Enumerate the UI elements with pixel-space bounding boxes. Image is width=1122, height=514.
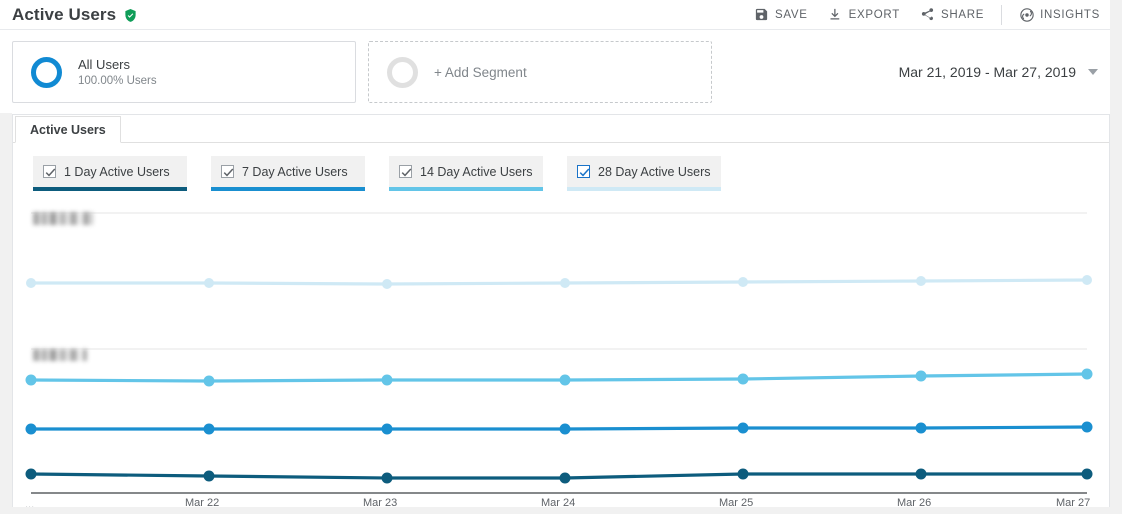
metric-chip-label: 28 Day Active Users — [598, 165, 711, 179]
export-button[interactable]: EXPORT — [818, 3, 910, 26]
left-gutter — [0, 113, 12, 514]
add-segment-button[interactable]: + Add Segment — [368, 41, 712, 103]
segment-all-users[interactable]: All Users 100.00% Users — [12, 41, 356, 103]
bottom-gutter — [0, 507, 1122, 514]
metric-chip-14-day[interactable]: 14 Day Active Users — [389, 156, 543, 187]
segment-bar: All Users 100.00% Users + Add Segment Ma… — [0, 29, 1122, 114]
date-range-picker[interactable]: Mar 21, 2019 - Mar 27, 2019 — [899, 64, 1110, 80]
export-label: EXPORT — [849, 9, 900, 21]
line-chart: ... Mar 22 Mar 23 Mar 24 Mar 25 Mar 26 M… — [13, 207, 1109, 507]
checkbox-28-day[interactable] — [577, 165, 590, 178]
y-axis-label-redacted-upper — [33, 212, 93, 225]
y-axis-label-redacted-lower — [33, 349, 87, 361]
metric-chip-underline — [211, 187, 365, 191]
header-toolbar: SAVE EXPORT SHARE — [744, 3, 1110, 26]
analytics-page: Active Users SAVE — [0, 0, 1122, 514]
segment-subtitle: 100.00% Users — [78, 75, 157, 88]
share-icon — [920, 7, 935, 22]
insights-button[interactable]: INSIGHTS — [1009, 3, 1110, 26]
tab-bar: Active Users — [13, 115, 1109, 143]
series-1-day — [26, 469, 1093, 484]
add-segment-ring-icon — [387, 57, 418, 88]
save-label: SAVE — [775, 9, 808, 21]
checkbox-1-day[interactable] — [43, 165, 56, 178]
page-title: Active Users — [12, 5, 116, 24]
chart-panel: Active Users 1 Day Active Users — [12, 114, 1110, 508]
chart-canvas — [13, 207, 1109, 507]
chevron-down-icon — [1088, 69, 1098, 75]
series-14-day — [26, 369, 1093, 387]
segment-name: All Users — [78, 57, 157, 72]
metric-chip-1-day[interactable]: 1 Day Active Users — [33, 156, 187, 187]
checkbox-7-day[interactable] — [221, 165, 234, 178]
insights-icon — [1019, 7, 1034, 22]
metric-chip-label: 1 Day Active Users — [64, 165, 170, 179]
tab-label: Active Users — [30, 123, 106, 137]
add-segment-label: + Add Segment — [434, 65, 527, 80]
export-icon — [828, 7, 843, 22]
metric-chip-28-day[interactable]: 28 Day Active Users — [567, 156, 721, 187]
tab-active-users[interactable]: Active Users — [15, 116, 121, 143]
page-header: Active Users SAVE — [0, 0, 1122, 29]
title-group: Active Users — [12, 5, 138, 24]
shield-check-icon — [123, 8, 138, 23]
series-7-day — [26, 422, 1093, 435]
share-label: SHARE — [941, 9, 984, 21]
metric-chip-underline — [567, 187, 721, 191]
save-icon — [754, 7, 769, 22]
segment-text-group: All Users 100.00% Users — [78, 57, 157, 88]
metric-chip-label: 14 Day Active Users — [420, 165, 533, 179]
right-gutter — [1110, 0, 1122, 514]
date-range-value: Mar 21, 2019 - Mar 27, 2019 — [899, 64, 1076, 80]
metric-chip-label: 7 Day Active Users — [242, 165, 348, 179]
share-button[interactable]: SHARE — [910, 3, 994, 26]
metric-chip-underline — [389, 187, 543, 191]
metric-chip-7-day[interactable]: 7 Day Active Users — [211, 156, 365, 187]
save-button[interactable]: SAVE — [744, 3, 818, 26]
metric-chip-row: 1 Day Active Users 7 Day Active Users — [13, 143, 1109, 187]
segment-ring-icon — [31, 57, 62, 88]
metric-chip-underline — [33, 187, 187, 191]
series-28-day — [26, 275, 1092, 289]
insights-label: INSIGHTS — [1040, 9, 1100, 21]
checkbox-14-day[interactable] — [399, 165, 412, 178]
toolbar-divider — [1001, 5, 1002, 25]
